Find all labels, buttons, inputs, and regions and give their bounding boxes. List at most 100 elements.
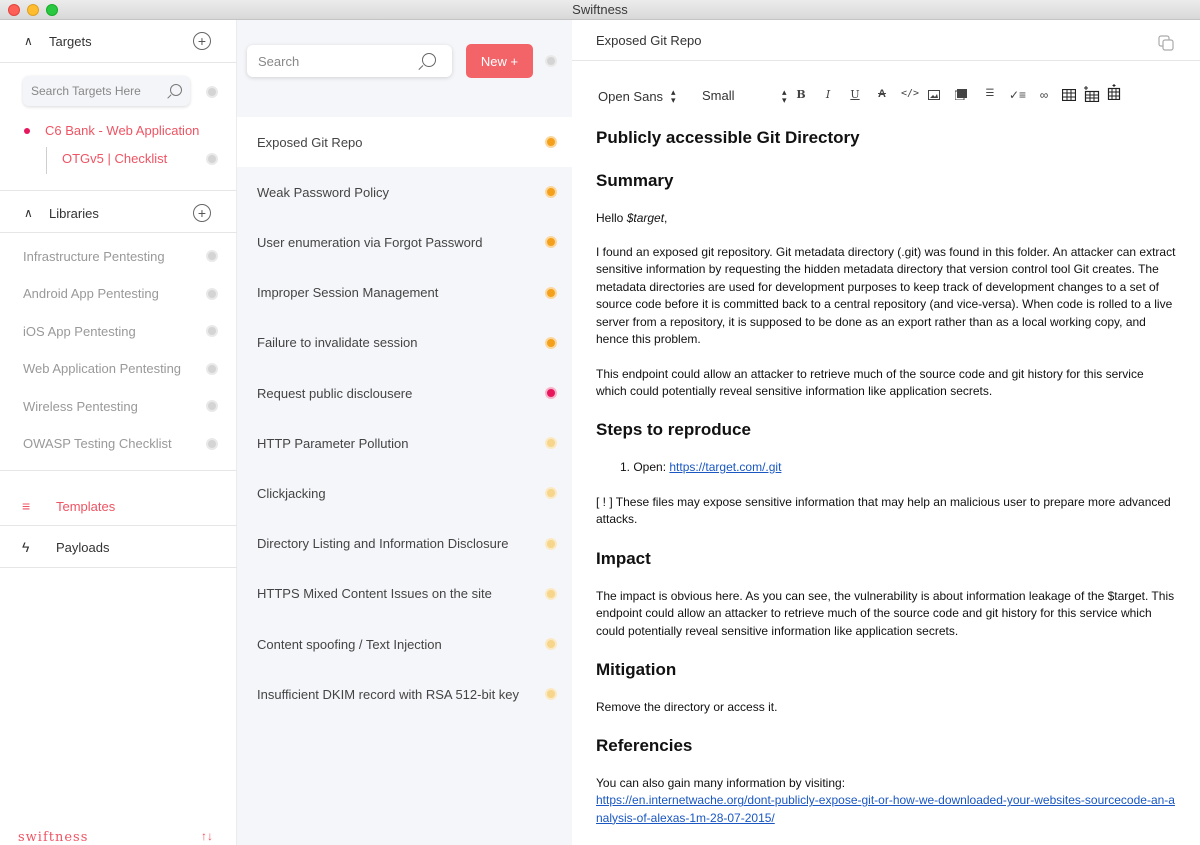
italic-icon[interactable]: I <box>820 88 836 101</box>
table-icon[interactable] <box>1062 89 1076 101</box>
greeting-suffix: , <box>664 211 668 225</box>
editor-pane: Exposed Git Repo Open Sans ▴ ▾ Small ▴ ▾ B… <box>572 20 1200 845</box>
close-window-button[interactable] <box>8 4 20 16</box>
finding-row[interactable]: Request public disclousere <box>237 368 572 418</box>
finding-search-input[interactable] <box>258 53 418 69</box>
code-icon[interactable]: </> <box>901 88 919 99</box>
step-link[interactable]: https://target.com/.git <box>669 460 781 474</box>
severity-dot-icon <box>545 587 557 600</box>
search-icon <box>422 53 436 67</box>
library-item[interactable]: Android App Pentesting <box>23 286 159 301</box>
font-family-select[interactable]: Open Sans ▴ ▾ <box>598 87 676 105</box>
nav-payloads[interactable]: ϟ Payloads <box>0 528 237 566</box>
target-search-input[interactable] <box>31 84 156 98</box>
references-link[interactable]: https://en.internetwache.org/dont-public… <box>596 793 1175 824</box>
severity-dot-icon <box>545 186 557 199</box>
doc-step-item: 1. Open: https://target.com/.git <box>620 459 1160 476</box>
libraries-label: Libraries <box>49 205 99 221</box>
finding-row[interactable]: Directory Listing and Information Disclo… <box>237 519 572 569</box>
checklist-item[interactable]: OTGv5 | Checklist <box>62 151 167 166</box>
table-insert-row-icon[interactable] <box>1084 86 1100 102</box>
finding-row[interactable]: Failure to invalidate session <box>237 318 572 368</box>
library-item[interactable]: Web Application Pentesting <box>23 361 181 376</box>
checklist-name: OTGv5 | Checklist <box>62 151 168 166</box>
targets-label: Targets <box>49 33 92 49</box>
lightning-icon: ϟ <box>22 539 30 555</box>
finding-row[interactable]: Content spoofing / Text Injection <box>237 619 572 669</box>
clear-format-icon[interactable]: A <box>874 88 890 100</box>
doc-summary-heading: Summary <box>596 171 674 190</box>
chevron-up-icon[interactable]: ∧ <box>24 34 33 48</box>
finding-title: Failure to invalidate session <box>257 335 418 351</box>
add-target-icon[interactable]: + <box>193 32 211 50</box>
copy-icon[interactable] <box>1158 35 1174 51</box>
library-item[interactable]: Wireless Pentesting <box>23 399 138 414</box>
finding-row[interactable]: HTTP Parameter Pollution <box>237 418 572 468</box>
status-dot-icon <box>206 400 218 412</box>
library-item[interactable]: iOS App Pentesting <box>23 324 136 339</box>
severity-dot-icon <box>545 487 557 500</box>
finding-title: HTTPS Mixed Content Issues on the site <box>257 586 492 602</box>
nav-templates[interactable]: ≡ Templates <box>0 487 237 525</box>
finding-row[interactable]: Weak Password Policy <box>237 167 572 217</box>
finding-search-box[interactable] <box>247 45 452 77</box>
link-icon[interactable]: ∞ <box>1036 88 1052 102</box>
status-dot-icon <box>206 250 218 262</box>
doc-references-paragraph: You can also gain many information by vi… <box>596 775 1176 827</box>
severity-dot-icon <box>545 638 557 650</box>
severity-dot-icon <box>545 537 557 550</box>
editor-title: Exposed Git Repo <box>596 33 702 48</box>
finding-row[interactable]: Clickjacking <box>237 468 572 518</box>
finding-title: Request public disclousere <box>257 385 413 401</box>
status-dot-icon <box>206 86 218 98</box>
layers-icon: ≡ <box>22 498 31 514</box>
finding-row[interactable]: HTTPS Mixed Content Issues on the site <box>237 569 572 619</box>
select-arrows-icon: ▴ ▾ <box>782 86 787 105</box>
finding-row[interactable]: Improper Session Management <box>237 268 572 318</box>
greeting-variable: $target <box>626 211 665 225</box>
finding-title: Content spoofing / Text Injection <box>257 636 442 652</box>
finding-row[interactable]: Insufficient DKIM record with RSA 512-bi… <box>237 669 572 719</box>
video-icon[interactable] <box>955 89 967 100</box>
font-size-select[interactable]: Small ▴ ▾ <box>702 87 787 104</box>
severity-dot-icon <box>545 136 557 148</box>
finding-row[interactable]: User enumeration via Forgot Password <box>237 217 572 267</box>
targets-section-header[interactable]: ∧ Targets + <box>0 30 237 52</box>
font-size-value: Small <box>702 88 735 103</box>
chevron-up-icon[interactable]: ∧ <box>24 206 33 220</box>
finding-list-pane: New + Exposed Git Repo Weak Password Poli… <box>237 20 572 845</box>
bold-icon[interactable]: B <box>793 88 809 101</box>
target-search-box[interactable] <box>23 76 190 106</box>
ordered-list-icon[interactable]: ☰ <box>982 88 998 99</box>
library-item[interactable]: Infrastructure Pentesting <box>23 249 165 264</box>
doc-mitigation-paragraph: Remove the directory or access it. <box>596 700 778 714</box>
editor-toolbar: Open Sans ▴ ▾ Small ▴ ▾ B I U A </> ☰ ✓≡ ∞ <box>596 84 1176 108</box>
finding-title: Improper Session Management <box>257 285 439 301</box>
severity-dot-icon <box>545 336 557 349</box>
sidebar: ∧ Targets + C6 Bank - Web Application OT… <box>0 20 237 845</box>
severity-dot-icon <box>545 387 557 399</box>
image-icon[interactable] <box>928 90 940 100</box>
new-finding-button[interactable]: New + <box>466 44 533 78</box>
doc-summary-paragraph: I found an exposed git repository. Git m… <box>596 245 1176 347</box>
add-library-icon[interactable]: + <box>193 204 211 222</box>
divider <box>0 525 237 526</box>
doc-steps-heading: Steps to reproduce <box>596 420 751 439</box>
libraries-section-header[interactable]: ∧ Libraries + <box>0 202 237 224</box>
underline-icon[interactable]: U <box>847 88 863 101</box>
references-text: You can also gain many information by vi… <box>596 776 846 790</box>
checklist-icon[interactable]: ✓≡ <box>1009 88 1026 102</box>
editor-header: Exposed Git Repo <box>572 20 1200 61</box>
sort-icon[interactable]: ↑↓ <box>201 829 213 843</box>
doc-mitigation-heading: Mitigation <box>596 660 677 679</box>
minimize-window-button[interactable] <box>27 4 39 16</box>
maximize-window-button[interactable] <box>46 4 58 16</box>
finding-title: User enumeration via Forgot Password <box>257 234 483 250</box>
select-arrows-icon: ▴ ▾ <box>671 87 676 105</box>
severity-dot-icon <box>545 236 557 249</box>
finding-title: Insufficient DKIM record with RSA 512-bi… <box>257 686 520 702</box>
table-insert-col-icon[interactable] <box>1107 84 1121 100</box>
library-item[interactable]: OWASP Testing Checklist <box>23 436 172 451</box>
finding-row[interactable]: Exposed Git Repo <box>237 117 572 167</box>
finding-title: Clickjacking <box>257 485 326 501</box>
